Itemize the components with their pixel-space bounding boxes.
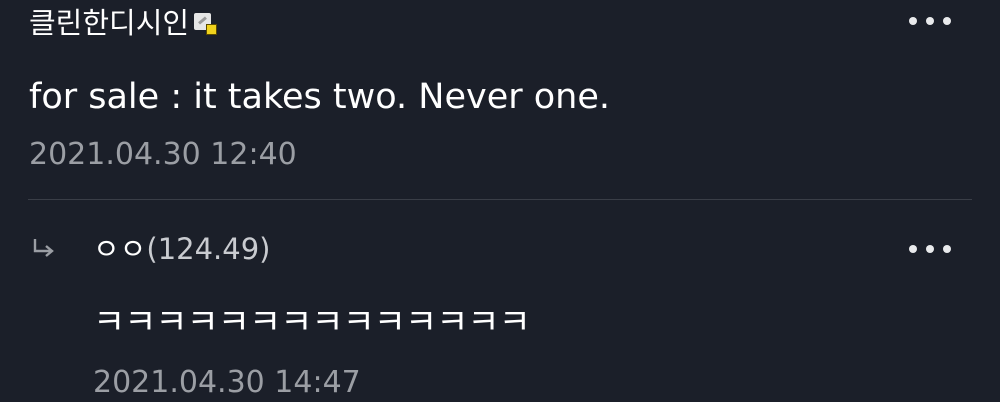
reply-arrow-icon [33, 239, 54, 257]
comment-text: for sale : it takes two. Never one. [29, 77, 611, 117]
more-dots-icon [909, 245, 917, 253]
comment-author-row: 클린한디시인 [29, 6, 218, 40]
reply-timestamp: 2021.04.30 14:47 [93, 365, 361, 400]
more-options-button[interactable] [909, 17, 951, 25]
reply-more-options-button[interactable] [909, 245, 951, 253]
reply-text: ㅋㅋㅋㅋㅋㅋㅋㅋㅋㅋㅋㅋㅋㅋ [93, 303, 531, 343]
comment-divider [28, 199, 972, 200]
comment-timestamp: 2021.04.30 12:40 [29, 137, 297, 172]
comment-author-name[interactable]: 클린한디시인 [29, 8, 189, 38]
more-dots-icon [909, 17, 917, 25]
reply-author-name[interactable]: ㅇㅇ [93, 234, 146, 264]
reply-author-row: ㅇㅇ (124.49) [93, 232, 270, 266]
gallery-badge-icon [193, 11, 218, 35]
reply-author-ip: (124.49) [146, 231, 271, 266]
